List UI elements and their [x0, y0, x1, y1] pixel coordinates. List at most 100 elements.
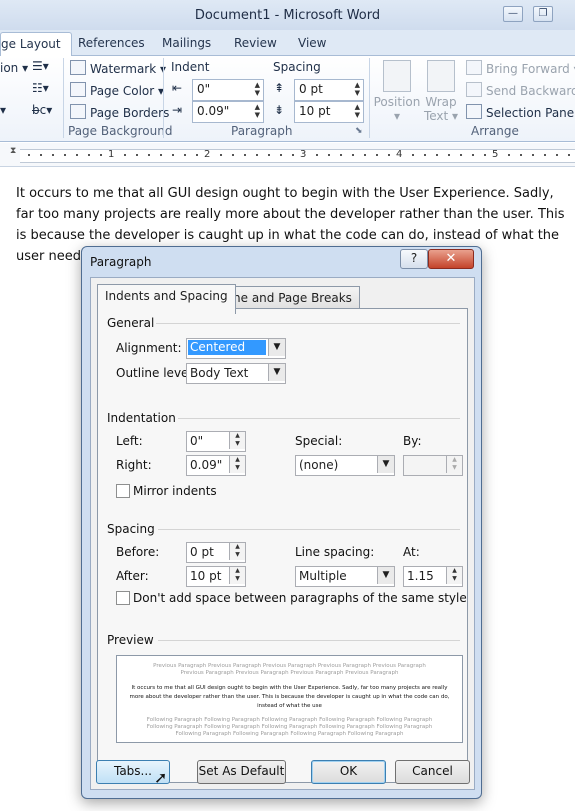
dialog-title: Paragraph	[90, 255, 152, 269]
spinner-arrows-icon[interactable]: ▲ ▼	[229, 432, 245, 449]
dont-add-space-checkbox[interactable]	[116, 591, 130, 605]
ruler-tick	[316, 154, 318, 156]
preview-following-line: Following Paragraph Following Paragraph …	[146, 717, 433, 723]
ruler-tick	[76, 154, 78, 156]
wrap-text-button[interactable]: Wrap Text ▾	[416, 60, 466, 123]
indentation-section-heading: Indentation	[107, 411, 176, 425]
section-divider	[158, 529, 460, 530]
page-borders-button[interactable]: Page Borders	[70, 104, 169, 120]
spacing-after-label: After:	[116, 569, 149, 583]
tab-view[interactable]: View	[298, 36, 326, 50]
spinner-arrows-icon[interactable]: ▲ ▼	[229, 456, 245, 473]
special-label: Special:	[295, 434, 343, 448]
spinner-arrows-icon[interactable]: ▲ ▼	[229, 543, 245, 560]
spinner-arrows-icon[interactable]: ▲ ▼	[255, 81, 260, 97]
spinner-arrows-icon[interactable]: ▲ ▼	[355, 81, 360, 97]
horizontal-ruler[interactable]: ⧗ 1 2 3 4 5	[0, 143, 575, 167]
chevron-down-icon[interactable]: ▼	[377, 567, 394, 584]
ruler-tick	[268, 154, 270, 156]
line-spacing-select[interactable]: Multiple ▼	[295, 566, 395, 587]
spinner-arrows-icon[interactable]: ▲ ▼	[355, 103, 360, 119]
tab-indents-and-spacing[interactable]: Indents and Spacing	[97, 284, 236, 314]
indent-right-icon: ⇥	[172, 103, 183, 117]
spacing-after-spinner[interactable]: 10 pt ▲ ▼	[294, 101, 364, 123]
alignment-select[interactable]: Centered ▼	[186, 338, 286, 359]
watermark-icon	[70, 60, 86, 75]
send-backward-icon	[466, 82, 482, 97]
indent-right-spinner[interactable]: 0.09" ▲ ▼	[192, 101, 264, 123]
by-label: By:	[403, 434, 422, 448]
wrap-text-label: Wrap	[425, 95, 457, 109]
ruler-tick	[388, 154, 390, 156]
columns-icon[interactable]: ☷▾	[32, 81, 49, 95]
preview-box: Previous Paragraph Previous Paragraph Pr…	[116, 655, 463, 743]
group-separator	[369, 58, 370, 138]
ruler-tick	[280, 154, 282, 156]
indent-marker-icon[interactable]: ⧗	[10, 146, 16, 156]
restore-button[interactable]: ❐	[533, 6, 553, 22]
chevron-down-icon[interactable]: ▼	[268, 364, 285, 381]
indent-right-label: Right:	[116, 458, 152, 472]
tab-mailings[interactable]: Mailings	[162, 36, 211, 50]
cancel-button[interactable]: Cancel	[395, 760, 470, 784]
page-borders-label: Page Borders	[90, 106, 170, 120]
bring-forward-button[interactable]: Bring Forward ▾	[466, 60, 575, 76]
special-select[interactable]: (none) ▼	[295, 455, 395, 476]
special-value: (none)	[299, 458, 339, 472]
ruler-tick	[436, 154, 438, 156]
set-as-default-button[interactable]: Set As Default	[197, 760, 286, 784]
hyphenation-icon[interactable]: b̶c▾	[32, 103, 52, 117]
position-button[interactable]: Position ▾	[372, 60, 422, 123]
selection-pane-button[interactable]: Selection Pane	[466, 104, 574, 120]
at-label: At:	[403, 545, 420, 559]
spacing-after-icon: ⇟	[274, 103, 285, 117]
paragraph-dialog-launcher-icon[interactable]: ⬊	[355, 126, 363, 136]
outline-level-select[interactable]: Body Text ▼	[186, 363, 286, 384]
ruler-tick	[232, 154, 234, 156]
chevron-down-icon[interactable]: ▼	[268, 339, 285, 356]
ruler-tick	[184, 154, 186, 156]
paragraph-dialog: Paragraph ? ✕ Indents and Spacing Line a…	[81, 246, 482, 799]
at-input[interactable]: 1.15 ▲ ▼	[403, 566, 463, 587]
mirror-indents-checkbox[interactable]	[116, 484, 130, 498]
indent-left-spinner[interactable]: 0" ▲ ▼	[192, 79, 264, 101]
help-button[interactable]: ?	[400, 249, 428, 269]
indent-right-input[interactable]: 0.09" ▲ ▼	[186, 455, 246, 476]
page-color-icon	[70, 82, 86, 97]
breaks-button[interactable]: ▾	[0, 103, 6, 117]
spinner-arrows-icon[interactable]: ▲ ▼	[446, 456, 462, 473]
section-divider	[156, 323, 460, 324]
preview-previous-line: Previous Paragraph Previous Paragraph Pr…	[180, 670, 399, 676]
tab-review[interactable]: Review	[234, 36, 277, 50]
preview-section-heading: Preview	[107, 633, 154, 647]
spinner-arrows-icon[interactable]: ▲ ▼	[229, 567, 245, 584]
spacing-after-input[interactable]: 10 pt ▲ ▼	[186, 566, 246, 587]
orientation-button[interactable]: ion ▾	[0, 61, 28, 75]
bring-forward-icon	[466, 60, 482, 75]
page-color-label: Page Color	[90, 84, 155, 98]
wrap-text-icon	[427, 60, 455, 92]
minimize-button[interactable]: —	[503, 6, 523, 22]
ruler-tick	[244, 154, 246, 156]
ruler-tick	[352, 154, 354, 156]
tab-references[interactable]: References	[78, 36, 145, 50]
ruler-tick	[328, 154, 330, 156]
chevron-down-icon[interactable]: ▼	[377, 456, 394, 473]
size-icon[interactable]: ☰▾	[32, 59, 49, 73]
ruler-tick	[40, 154, 42, 156]
preview-sample-line: It occurs to me that all GUI design ough…	[131, 685, 448, 691]
dialog-body: Indents and Spacing Line and Page Breaks…	[90, 277, 475, 790]
ruler-tick	[100, 154, 102, 156]
spinner-arrows-icon[interactable]: ▲ ▼	[446, 567, 462, 584]
page-color-button[interactable]: Page Color ▾	[70, 82, 164, 98]
spacing-before-spinner[interactable]: 0 pt ▲ ▼	[294, 79, 364, 101]
indent-left-input[interactable]: 0" ▲ ▼	[186, 431, 246, 452]
by-input[interactable]: ▲ ▼	[403, 455, 463, 476]
watermark-button[interactable]: Watermark ▾	[70, 60, 166, 76]
close-button[interactable]: ✕	[428, 249, 474, 269]
ok-button[interactable]: OK	[311, 760, 386, 784]
spacing-before-input[interactable]: 0 pt ▲ ▼	[186, 542, 246, 563]
spinner-arrows-icon[interactable]: ▲ ▼	[255, 103, 260, 119]
send-backward-button[interactable]: Send Backward ▾	[466, 82, 575, 98]
page-background-group-label: Page Background	[68, 124, 173, 138]
